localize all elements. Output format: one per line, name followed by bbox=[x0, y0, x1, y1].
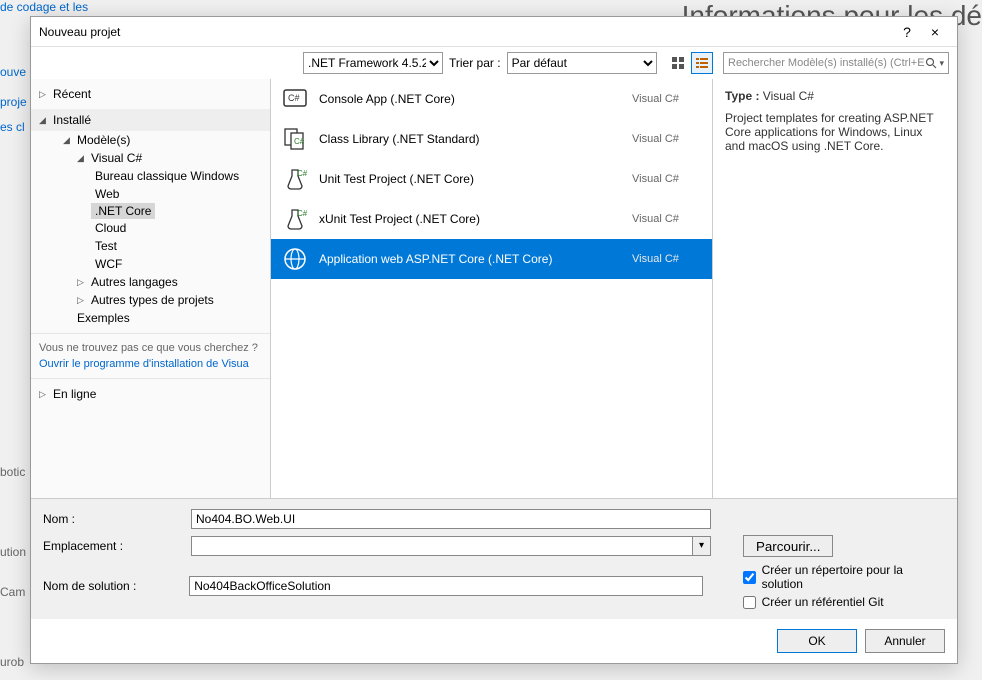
chevron-right-icon: ▷ bbox=[39, 89, 49, 100]
sort-label: Trier par : bbox=[449, 56, 501, 70]
tree-leaf-selected[interactable]: .NET Core bbox=[91, 203, 155, 219]
sort-select[interactable]: Par défaut bbox=[507, 52, 657, 74]
help-button[interactable]: ? bbox=[893, 24, 921, 40]
tree-leaf[interactable]: Bureau classique Windows bbox=[77, 167, 262, 185]
svg-text:C#: C# bbox=[294, 137, 305, 146]
name-label: Nom : bbox=[43, 512, 183, 526]
bg-text: urob bbox=[0, 655, 24, 669]
chevron-right-icon: ▷ bbox=[77, 277, 87, 288]
bg-text: ution bbox=[0, 545, 26, 559]
svg-text:C#: C# bbox=[288, 93, 300, 103]
bg-link: es cl bbox=[0, 120, 25, 134]
chevron-right-icon: ▷ bbox=[77, 295, 87, 306]
sidebar-recent[interactable]: ▷ Récent bbox=[39, 85, 262, 103]
search-input[interactable]: Rechercher Modèle(s) installé(s) (Ctrl+E… bbox=[723, 52, 949, 74]
view-list[interactable] bbox=[691, 52, 713, 74]
classlib-icon: C# bbox=[281, 125, 309, 153]
help-question: Vous ne trouvez pas ce que vous cherchez… bbox=[39, 342, 258, 354]
dialog-title: Nouveau projet bbox=[39, 25, 893, 39]
template-lang: Visual C# bbox=[632, 253, 702, 265]
template-lang: Visual C# bbox=[632, 93, 702, 105]
tree-csharp[interactable]: ◢ Visual C# bbox=[49, 149, 262, 167]
svg-text:C#: C# bbox=[297, 209, 308, 218]
console-icon: C# bbox=[281, 85, 309, 113]
chevron-down-icon: ◢ bbox=[39, 115, 49, 126]
template-name: Unit Test Project (.NET Core) bbox=[319, 172, 622, 186]
titlebar: Nouveau projet ? × bbox=[31, 17, 957, 47]
solution-label: Nom de solution : bbox=[43, 579, 181, 593]
svg-text:C#: C# bbox=[297, 169, 308, 178]
type-label: Type : bbox=[725, 89, 759, 103]
template-description: Project templates for creating ASP.NET C… bbox=[725, 111, 945, 153]
open-installer-link[interactable]: Ouvrir le programme d'installation de Vi… bbox=[39, 358, 262, 370]
template-name: Class Library (.NET Standard) bbox=[319, 132, 622, 146]
bg-text: Cam bbox=[0, 585, 25, 599]
search-icon bbox=[925, 57, 937, 69]
template-name: xUnit Test Project (.NET Core) bbox=[319, 212, 622, 226]
template-lang: Visual C# bbox=[632, 173, 702, 185]
location-label: Emplacement : bbox=[43, 539, 183, 553]
sidebar: ▷ Récent ◢ Installé ◢ Modèle(s) ◢ Visua bbox=[31, 79, 271, 498]
location-input[interactable] bbox=[191, 536, 693, 556]
type-value: Visual C# bbox=[763, 89, 814, 103]
sidebar-installed[interactable]: ◢ Installé bbox=[31, 109, 270, 131]
template-item[interactable]: Application web ASP.NET Core (.NET Core)… bbox=[271, 239, 712, 279]
chevron-down-icon: ◢ bbox=[77, 153, 87, 164]
template-item[interactable]: C# xUnit Test Project (.NET Core) Visual C… bbox=[271, 199, 712, 239]
name-input[interactable] bbox=[191, 509, 711, 529]
template-item[interactable]: C# Unit Test Project (.NET Core) Visual C# bbox=[271, 159, 712, 199]
dropdown-icon[interactable]: ▾ bbox=[939, 58, 944, 69]
template-name: Console App (.NET Core) bbox=[319, 92, 622, 106]
bg-text: botic bbox=[0, 465, 25, 479]
solution-input[interactable] bbox=[189, 576, 702, 596]
chevron-right-icon: ▷ bbox=[39, 389, 49, 400]
sidebar-online[interactable]: ▷ En ligne bbox=[39, 385, 262, 403]
template-item[interactable]: C# Class Library (.NET Standard) Visual C# bbox=[271, 119, 712, 159]
browse-button[interactable]: Parcourir... bbox=[743, 535, 833, 557]
new-project-dialog: Nouveau projet ? × .NET Framework 4.5.2 … bbox=[30, 16, 958, 664]
form-area: Nom : Emplacement : ▾ Parcourir... Nom d… bbox=[31, 498, 957, 619]
bg-link: ouve bbox=[0, 65, 26, 79]
template-lang: Visual C# bbox=[632, 133, 702, 145]
tree-models[interactable]: ◢ Modèle(s) bbox=[49, 131, 262, 149]
tree-leaf[interactable]: Cloud bbox=[77, 219, 262, 237]
view-medium-icons[interactable] bbox=[667, 52, 689, 74]
tree-leaf[interactable]: Test bbox=[77, 237, 262, 255]
info-pane: Type : Visual C# Project templates for c… bbox=[713, 79, 957, 498]
test-icon: C# bbox=[281, 165, 309, 193]
chevron-down-icon: ◢ bbox=[63, 135, 73, 146]
tree-other-proj[interactable]: ▷ Autres types de projets bbox=[49, 291, 262, 309]
tree-examples[interactable]: ▷ Exemples bbox=[49, 309, 262, 327]
close-button[interactable]: × bbox=[921, 24, 949, 40]
web-icon bbox=[281, 245, 309, 273]
bg-link: proje bbox=[0, 95, 27, 109]
template-item[interactable]: C# Console App (.NET Core) Visual C# bbox=[271, 79, 712, 119]
toolbar: .NET Framework 4.5.2 Trier par : Par déf… bbox=[31, 47, 957, 79]
ok-button[interactable]: OK bbox=[777, 629, 857, 653]
tree-other-lang[interactable]: ▷ Autres langages bbox=[49, 273, 262, 291]
tree-leaf[interactable]: Web bbox=[77, 185, 262, 203]
template-name: Application web ASP.NET Core (.NET Core) bbox=[319, 252, 622, 266]
search-placeholder: Rechercher Modèle(s) installé(s) (Ctrl+E bbox=[728, 57, 925, 69]
template-lang: Visual C# bbox=[632, 213, 702, 225]
cancel-button[interactable]: Annuler bbox=[865, 629, 945, 653]
create-git-checkbox[interactable]: Créer un référentiel Git bbox=[743, 595, 945, 609]
create-directory-checkbox[interactable]: Créer un répertoire pour la solution bbox=[743, 563, 945, 591]
template-list: C# Console App (.NET Core) Visual C# C# Clas… bbox=[271, 79, 713, 498]
framework-select[interactable]: .NET Framework 4.5.2 bbox=[303, 52, 443, 74]
test-icon: C# bbox=[281, 205, 309, 233]
bg-link: de codage et les bbox=[0, 0, 88, 14]
tree-leaf[interactable]: WCF bbox=[77, 255, 262, 273]
location-dropdown[interactable]: ▾ bbox=[693, 536, 711, 556]
